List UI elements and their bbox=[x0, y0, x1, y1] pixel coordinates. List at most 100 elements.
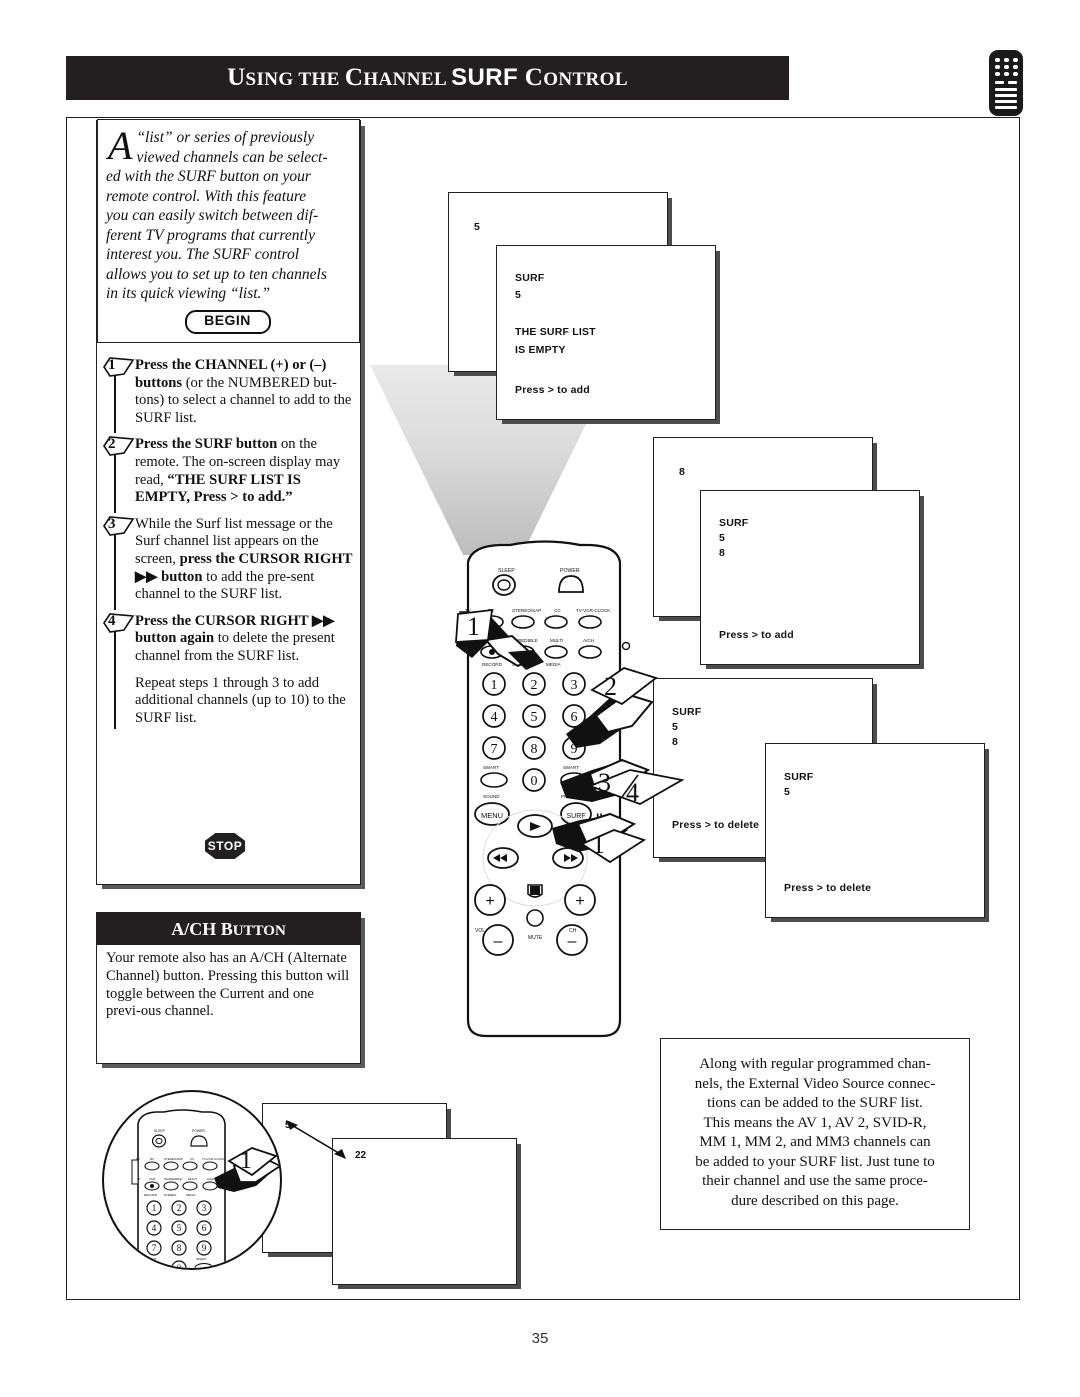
tv4-osd-title: SURF bbox=[784, 771, 814, 783]
intro-line-0: “list” or series of previously bbox=[136, 129, 315, 146]
svg-text:7: 7 bbox=[491, 742, 498, 757]
svg-text:MUTE: MUTE bbox=[528, 935, 543, 941]
intro-line-5: ferent TV programs that currently bbox=[106, 226, 315, 244]
step-1-number: 1 bbox=[108, 357, 116, 373]
tv-screen-2-front: SURF 5 8 Press > to add bbox=[700, 490, 920, 665]
tv1-osd-prompt: Press > to add bbox=[515, 384, 590, 396]
tv4-osd-ch1: 5 bbox=[784, 786, 791, 798]
svg-text:STEREO: STEREO bbox=[164, 1193, 177, 1197]
tv-screen-3-front: SURF 5 Press > to delete bbox=[765, 743, 985, 918]
svg-text:VCR: VCR bbox=[149, 1177, 156, 1181]
intro-line-3: remote control. With this feature bbox=[106, 187, 307, 205]
svg-text:3: 3 bbox=[202, 1203, 207, 1213]
svg-text:1: 1 bbox=[152, 1203, 157, 1213]
info-line-5: be added to your SURF list. Just tune to bbox=[695, 1153, 935, 1170]
intro-line-8: in its quick viewing “list.” bbox=[106, 285, 271, 302]
tv2-osd-ch1: 5 bbox=[719, 532, 726, 544]
intro-line-2: ed with the SURF button on your bbox=[106, 168, 311, 185]
tv1-back-channel: 5 bbox=[474, 221, 481, 233]
ach-panel-body: Your remote also has an A/CH (Alternate … bbox=[106, 950, 350, 1020]
tv1-osd-msg1: THE SURF LIST bbox=[515, 326, 596, 338]
svg-text:SMART: SMART bbox=[196, 1257, 207, 1261]
step-2-number-flag: 2 bbox=[103, 436, 135, 457]
svg-text:POWER: POWER bbox=[560, 568, 580, 574]
remote-control-icon bbox=[989, 50, 1023, 116]
step-2: 2 Press the SURF button on the remote. T… bbox=[103, 436, 357, 513]
svg-text:SOUND: SOUND bbox=[483, 794, 500, 799]
instructions-panel: A “list” or series of previously viewed … bbox=[96, 119, 361, 885]
tv1-osd-title: SURF bbox=[515, 272, 545, 284]
info-line-2: tions can be added to the SURF list. bbox=[707, 1095, 923, 1111]
ach-heading-a: A/CH B bbox=[171, 919, 233, 939]
svg-text:0: 0 bbox=[177, 1263, 182, 1270]
svg-text:2: 2 bbox=[177, 1203, 182, 1213]
stop-badge-label: STOP bbox=[205, 833, 245, 859]
svg-text:INCREDIBLE: INCREDIBLE bbox=[164, 1177, 182, 1181]
callout-label-2: 2 bbox=[604, 672, 617, 701]
info-line-4: MM 1, MM 2, and MM3 channels can bbox=[699, 1134, 931, 1150]
svg-text:POWER: POWER bbox=[192, 1129, 205, 1133]
ach-heading-b: UTTON bbox=[232, 923, 286, 939]
tv3-osd-title: SURF bbox=[672, 706, 702, 718]
page-header-bar: USING THE CHANNEL SURF CONTROL bbox=[66, 56, 789, 100]
callout-label-1b: 1 bbox=[592, 830, 605, 859]
svg-text:5: 5 bbox=[531, 710, 538, 725]
ach-button-panel: A/CH BUTTON Your remote also has an A/CH… bbox=[96, 912, 361, 1064]
callout-label-1a: 1 bbox=[467, 612, 480, 641]
drop-cap: A bbox=[108, 123, 133, 168]
begin-badge: BEGIN bbox=[184, 309, 271, 334]
tv4-osd-prompt: Press > to delete bbox=[784, 882, 872, 894]
info-line-7: dure described on this page. bbox=[731, 1192, 899, 1209]
callout-flag-2 bbox=[590, 667, 658, 706]
info-line-0: Along with regular programmed chan- bbox=[699, 1056, 931, 1072]
tv3-osd-prompt: Press > to delete bbox=[672, 819, 760, 831]
svg-text:+: + bbox=[485, 893, 494, 910]
svg-text:STEREO/SAP: STEREO/SAP bbox=[164, 1157, 183, 1161]
step-1-number-flag: 1 bbox=[103, 357, 135, 377]
ach-panel-heading: A/CH BUTTON bbox=[97, 913, 360, 945]
intro-paragraph: A “list” or series of previously viewed … bbox=[106, 123, 349, 304]
svg-text:4: 4 bbox=[152, 1223, 157, 1233]
inset-callout-label-1: 1 bbox=[240, 1148, 252, 1174]
step-3: 3 While the Surf list message or the Sur… bbox=[103, 516, 357, 610]
info-box: Along with regular programmed chan- nels… bbox=[660, 1038, 970, 1230]
intro-line-1: viewed channels can be select- bbox=[136, 148, 328, 166]
step-4: 4 Press the CURSOR RIGHT ▶▶ button again… bbox=[103, 613, 357, 672]
intro-box: A “list” or series of previously viewed … bbox=[97, 119, 360, 343]
intro-line-4: you can easily switch between dif- bbox=[106, 207, 319, 224]
svg-text:MEDIA: MEDIA bbox=[186, 1193, 196, 1197]
svg-text:9: 9 bbox=[202, 1243, 207, 1253]
callout-flag-1b bbox=[580, 829, 647, 864]
svg-text:0: 0 bbox=[531, 774, 538, 789]
tv2-osd-prompt: Press > to add bbox=[719, 629, 794, 641]
tv2-osd-ch2: 8 bbox=[719, 547, 726, 559]
step-4-number-flag: 4 bbox=[103, 613, 135, 633]
svg-text:–: – bbox=[494, 933, 503, 950]
svg-text:–: – bbox=[568, 933, 577, 950]
svg-text:CH: CH bbox=[569, 928, 577, 934]
step-2-number: 2 bbox=[108, 436, 116, 453]
inset-channel-from: 5 bbox=[285, 1120, 291, 1131]
callout-label-4: 4 bbox=[626, 778, 639, 807]
page-number: 35 bbox=[531, 1330, 549, 1347]
repeat-note: Repeat steps 1 through 3 to add addition… bbox=[105, 670, 357, 730]
stop-badge: STOP bbox=[205, 833, 245, 859]
svg-text:+: + bbox=[575, 893, 584, 910]
svg-text:8: 8 bbox=[177, 1243, 182, 1253]
repeat-note-text: Repeat steps 1 through 3 to add addition… bbox=[135, 674, 346, 726]
svg-text:5: 5 bbox=[177, 1223, 182, 1233]
intro-line-6: interest you. The SURF control bbox=[106, 246, 300, 263]
intro-line-7: allows you to set up to ten channels bbox=[106, 265, 327, 283]
tv1-osd-ch1: 5 bbox=[515, 289, 522, 301]
svg-text:A/CH: A/CH bbox=[583, 638, 594, 643]
info-line-6: their channel and use the same proce- bbox=[702, 1173, 928, 1189]
channel-change-arrow bbox=[286, 1120, 346, 1159]
step-2-bold: Press the SURF button bbox=[135, 436, 278, 453]
svg-text:SMART: SMART bbox=[146, 1257, 157, 1261]
svg-text:6: 6 bbox=[202, 1223, 207, 1233]
svg-text:SLEEP: SLEEP bbox=[154, 1129, 166, 1133]
inset-callout-flag-1 bbox=[227, 1147, 278, 1177]
info-line-3: This means the AV 1, AV 2, SVID-R, bbox=[703, 1114, 927, 1131]
svg-text:4: 4 bbox=[491, 710, 498, 725]
callout-label-3: 3 bbox=[598, 768, 611, 797]
